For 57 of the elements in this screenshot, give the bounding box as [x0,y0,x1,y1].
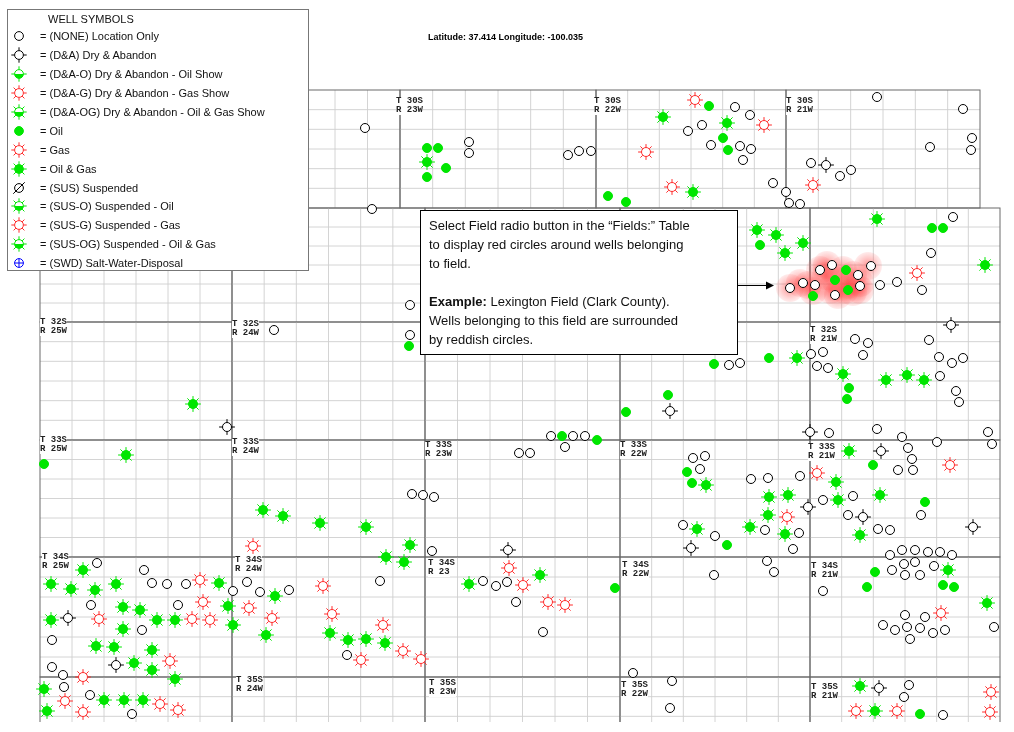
coordinates-readout: Latitude: 37.414 Longitude: -100.035 [428,32,584,42]
range-label: R 21W [811,571,838,580]
township-label: T 33S [232,438,259,447]
township-label: T 35S [236,676,263,685]
legend-title: WELL SYMBOLS [48,12,135,27]
callout-text: Example: Lexington Field (Clark County). Wells belonging to this field are surrounded by reddish circles. [429,293,680,349]
township-label: T 34S [811,562,838,571]
township-label: T 34S [428,559,455,568]
range-label: R 22W [594,106,621,115]
legend-label: = (SUS-OG) Suspended - Oil & Gas [40,238,216,251]
legend-label: = (D&A-G) Dry & Abandon - Gas Show [40,87,230,100]
range-label: R 23 [428,568,450,577]
range-label: R 23W [429,688,456,697]
range-label: R 21W [786,106,813,115]
legend-label: = (SUS-G) Suspended - Gas [40,219,181,232]
callout-text: Select Field radio button in the “Fields:” Table to display red circles around wells belonging to field. [429,217,691,273]
legend-label: = Oil & Gas [40,162,97,175]
township-label: T 35S [621,681,648,690]
legend-label: = (SUS-O) Suspended - Oil [40,200,174,213]
range-label: R 21W [810,335,837,344]
legend-label: = Oil [40,124,63,137]
legend-label: = (D&A-O) Dry & Abandon - Oil Show [40,68,223,81]
range-label: R 24W [236,685,263,694]
legend-label: = (D&A) Dry & Abandon [40,49,157,62]
township-label: T 32S [40,318,67,327]
range-label: R 24W [232,447,259,456]
range-label: R 25W [40,445,67,454]
range-label: R 22W [620,450,647,459]
legend-label: = (D&A-OG) Dry & Abandon - Oil & Gas Show [40,106,265,118]
range-label: R 25W [42,562,69,571]
legend-label: = (SUS) Suspended [40,181,139,194]
range-label: R 21W [811,692,838,701]
township-label: T 34S [235,556,262,565]
township-label: T 32S [810,326,837,335]
township-label: T 35S [429,679,456,688]
range-label: R 21W [808,452,835,461]
range-label: R 25W [40,327,67,336]
legend-label: = Gas [40,143,70,156]
range-label: R 22W [621,690,648,699]
township-label: T 33S [425,441,452,450]
township-label: T 30S [786,97,813,106]
township-label: T 34S [42,553,69,562]
range-label: R 23W [425,450,452,459]
legend-label: = (NONE) Location Only [40,30,159,43]
township-label: T 33S [620,441,647,450]
township-label: T 30S [396,97,423,106]
range-label: R 22W [622,570,649,579]
township-label: T 34S [622,561,649,570]
township-label: T 30S [594,97,621,106]
range-label: R 24W [235,565,262,574]
range-label: R 24W [232,329,259,338]
legend-label: = (SWD) Salt-Water-Disposal [40,257,183,270]
township-label: T 33S [808,443,835,452]
township-label: T 33S [40,436,67,445]
range-label: R 23W [396,106,423,115]
township-label: T 32S [232,320,259,329]
township-label: T 35S [811,683,838,692]
